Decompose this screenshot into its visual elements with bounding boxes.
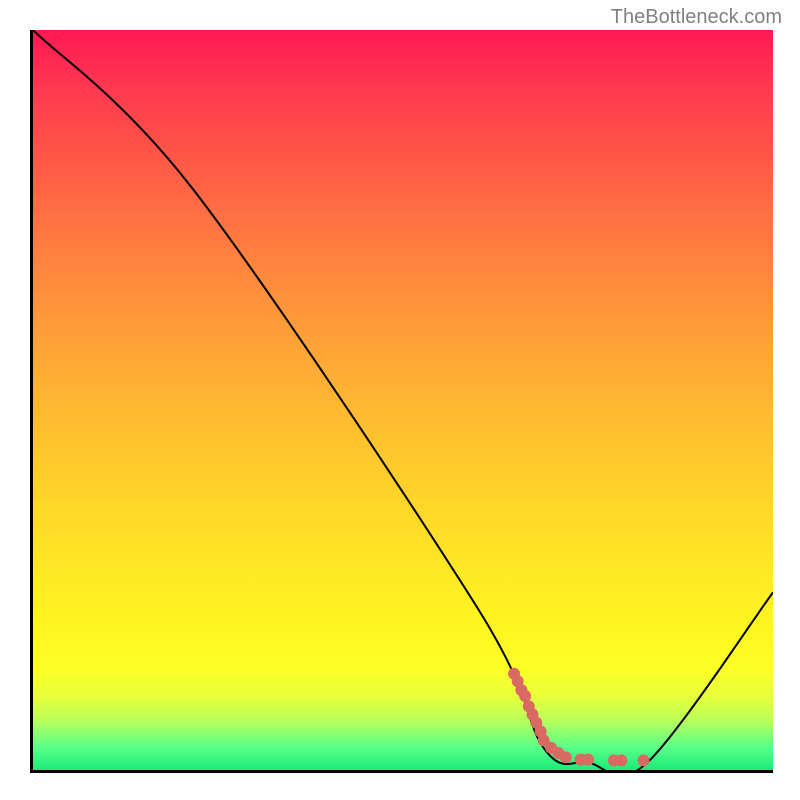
curve-line [33,30,773,770]
watermark-text: TheBottleneck.com [611,6,782,29]
chart-container: TheBottleneck.com [0,0,800,800]
data-dot [638,754,650,766]
data-dot [615,754,627,766]
plot-area [30,30,773,773]
data-dot [560,751,572,763]
data-dot [582,754,594,766]
data-dot [519,690,531,702]
chart-svg [33,30,773,770]
data-dots [508,668,650,767]
